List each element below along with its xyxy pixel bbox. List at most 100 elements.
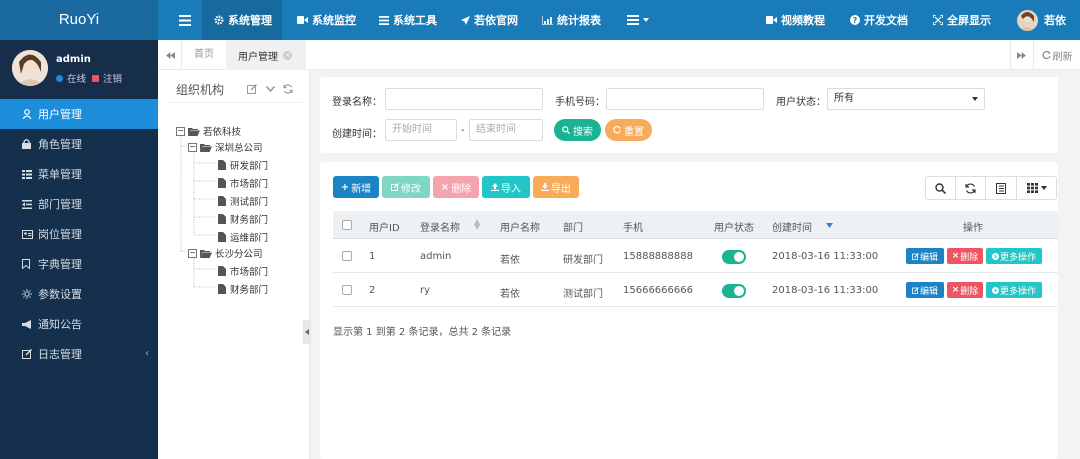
row-checkbox[interactable] bbox=[342, 285, 352, 295]
topnav-system-monitor[interactable]: 系统监控 bbox=[297, 0, 356, 40]
table-search-toggle[interactable] bbox=[925, 176, 956, 200]
tree-node[interactable]: 市场部门 bbox=[218, 176, 268, 190]
sidebar-item-post[interactable]: 岗位管理 bbox=[0, 219, 158, 249]
row-more-button[interactable]: 更多操作 bbox=[986, 248, 1042, 264]
topnav-more-dropdown[interactable] bbox=[627, 0, 653, 40]
add-button[interactable]: + 新增 bbox=[333, 176, 379, 198]
table-card-view-button[interactable] bbox=[985, 176, 1017, 200]
login-name-input[interactable] bbox=[385, 88, 543, 110]
tree-node[interactable]: 研发部门 bbox=[218, 158, 268, 172]
status-select[interactable]: 所有 bbox=[827, 88, 985, 110]
col-header-phone[interactable]: 手机 bbox=[623, 219, 643, 234]
refresh-icon bbox=[965, 182, 976, 194]
sidebar-item-label: 部门管理 bbox=[38, 198, 82, 211]
fullscreen-icon bbox=[933, 15, 943, 25]
row-delete-label: 删除 bbox=[960, 286, 979, 297]
topnav-reports[interactable]: 统计报表 bbox=[542, 0, 601, 40]
tree-node-label: 财务部门 bbox=[230, 285, 269, 296]
close-icon[interactable]: × bbox=[283, 50, 292, 60]
sidebar-item-role[interactable]: 角色管理 bbox=[0, 129, 158, 159]
table-columns-dropdown[interactable] bbox=[1016, 176, 1057, 200]
row-checkbox[interactable] bbox=[342, 251, 352, 261]
sidebar-item-notice[interactable]: 通知公告 bbox=[0, 309, 158, 339]
col-header-user-name[interactable]: 用户名称 bbox=[500, 219, 540, 234]
row-more-button[interactable]: 更多操作 bbox=[986, 282, 1042, 298]
row-edit-button[interactable]: 编辑 bbox=[906, 248, 944, 264]
brand-logo[interactable]: RuoYi bbox=[0, 0, 158, 40]
topnav-system-tools[interactable]: 系统工具 bbox=[379, 0, 437, 40]
tree-node[interactable]: 运维部门 bbox=[218, 230, 268, 244]
end-time-input[interactable]: 结束时间 bbox=[469, 119, 543, 141]
col-header-created[interactable]: 创建时间 bbox=[772, 219, 812, 234]
file-icon bbox=[218, 232, 226, 242]
tree-node[interactable]: 财务部门 bbox=[218, 212, 268, 226]
user-avatar[interactable] bbox=[1017, 10, 1038, 31]
collapse-icon[interactable]: − bbox=[188, 142, 197, 152]
delete-button[interactable]: × 删除 bbox=[433, 176, 479, 198]
tree-node-label: 运维部门 bbox=[230, 233, 269, 244]
sidebar-item-user[interactable]: 用户管理 bbox=[0, 99, 158, 129]
sidebar-item-menu[interactable]: 菜单管理 bbox=[0, 159, 158, 189]
start-time-input[interactable]: 开始时间 bbox=[385, 119, 457, 141]
collapse-icon[interactable]: − bbox=[188, 248, 197, 258]
tree-node[interactable]: − 若依科技 bbox=[176, 124, 241, 138]
refresh-icon[interactable] bbox=[283, 84, 293, 94]
topnav-dev-docs[interactable]: ? 开发文档 bbox=[850, 0, 908, 40]
table-refresh-button[interactable] bbox=[955, 176, 986, 200]
cell-phone: 15666666666 bbox=[623, 285, 693, 296]
select-all-checkbox[interactable] bbox=[342, 220, 352, 230]
logout-link[interactable]: 注销 bbox=[103, 71, 122, 85]
sort-desc-icon[interactable] bbox=[826, 223, 833, 228]
tabs-scroll-left-icon[interactable] bbox=[160, 40, 182, 70]
status-toggle[interactable] bbox=[722, 284, 746, 298]
tree-node[interactable]: 市场部门 bbox=[218, 264, 268, 278]
sidebar-item-config[interactable]: 参数设置 bbox=[0, 279, 158, 309]
tree-node[interactable]: 测试部门 bbox=[218, 194, 268, 208]
row-edit-button[interactable]: 编辑 bbox=[906, 282, 944, 298]
tree-node[interactable]: 财务部门 bbox=[218, 282, 268, 296]
sidebar-item-dept[interactable]: 部门管理 bbox=[0, 189, 158, 219]
edit-icon[interactable] bbox=[247, 84, 257, 94]
row-delete-button[interactable]: × 删除 bbox=[947, 282, 983, 298]
col-header-status[interactable]: 用户状态 bbox=[714, 219, 754, 234]
created-time-label: 创建时间： bbox=[332, 129, 382, 140]
org-title: 组织机构 bbox=[176, 83, 225, 97]
sort-icon[interactable]: ▲ ▼ bbox=[474, 218, 480, 231]
status-toggle[interactable] bbox=[722, 250, 746, 264]
topnav-video-tutorial[interactable]: 视频教程 bbox=[766, 0, 825, 40]
avatar[interactable] bbox=[12, 50, 48, 86]
chevron-down-icon[interactable] bbox=[265, 85, 275, 93]
user-name[interactable]: 若依 bbox=[1044, 0, 1066, 40]
search-button[interactable]: 搜索 bbox=[554, 119, 601, 141]
sidebar-item-label: 参数设置 bbox=[38, 288, 82, 301]
export-button[interactable]: 导出 bbox=[533, 176, 579, 198]
col-header-login-name[interactable]: 登录名称 bbox=[420, 219, 460, 234]
row-delete-button[interactable]: × 删除 bbox=[947, 248, 983, 264]
refresh-tab-button[interactable]: 刷新 bbox=[1033, 40, 1080, 70]
edit-button[interactable]: 修改 bbox=[382, 176, 430, 198]
tree-node-label: 测试部门 bbox=[230, 197, 269, 208]
row-more-label: 更多操作 bbox=[999, 286, 1036, 297]
tab-user-manage[interactable]: 用户管理 × bbox=[226, 40, 306, 70]
status-select-value: 所有 bbox=[834, 93, 854, 104]
topnav-official-site[interactable]: 若依官网 bbox=[461, 0, 518, 40]
tabs-scroll-right-icon[interactable] bbox=[1010, 40, 1032, 70]
topnav-label: 开发文档 bbox=[864, 14, 908, 27]
topnav-fullscreen[interactable]: 全屏显示 bbox=[933, 0, 991, 40]
tree-node[interactable]: − 深圳总公司 bbox=[188, 140, 263, 154]
topnav-system-manage[interactable]: 系统管理 bbox=[214, 0, 272, 40]
outdent-icon bbox=[22, 199, 34, 209]
collapse-icon[interactable]: − bbox=[176, 126, 185, 136]
import-button[interactable]: 导入 bbox=[482, 176, 530, 198]
tree-node[interactable]: − 长沙分公司 bbox=[188, 246, 263, 260]
menu-toggle-icon[interactable] bbox=[178, 13, 192, 27]
panel-collapse-handle[interactable] bbox=[303, 320, 311, 344]
phone-input[interactable] bbox=[606, 88, 764, 110]
sidebar-item-dict[interactable]: 字典管理 bbox=[0, 249, 158, 279]
topnav-label: 系统管理 bbox=[228, 14, 272, 27]
col-header-user-id[interactable]: 用户ID bbox=[369, 219, 400, 234]
sidebar-item-log[interactable]: 日志管理 ‹ bbox=[0, 339, 158, 369]
tab-home[interactable]: 首页 bbox=[183, 40, 225, 70]
reset-button[interactable]: 重置 bbox=[605, 119, 652, 141]
col-header-dept[interactable]: 部门 bbox=[563, 219, 583, 234]
